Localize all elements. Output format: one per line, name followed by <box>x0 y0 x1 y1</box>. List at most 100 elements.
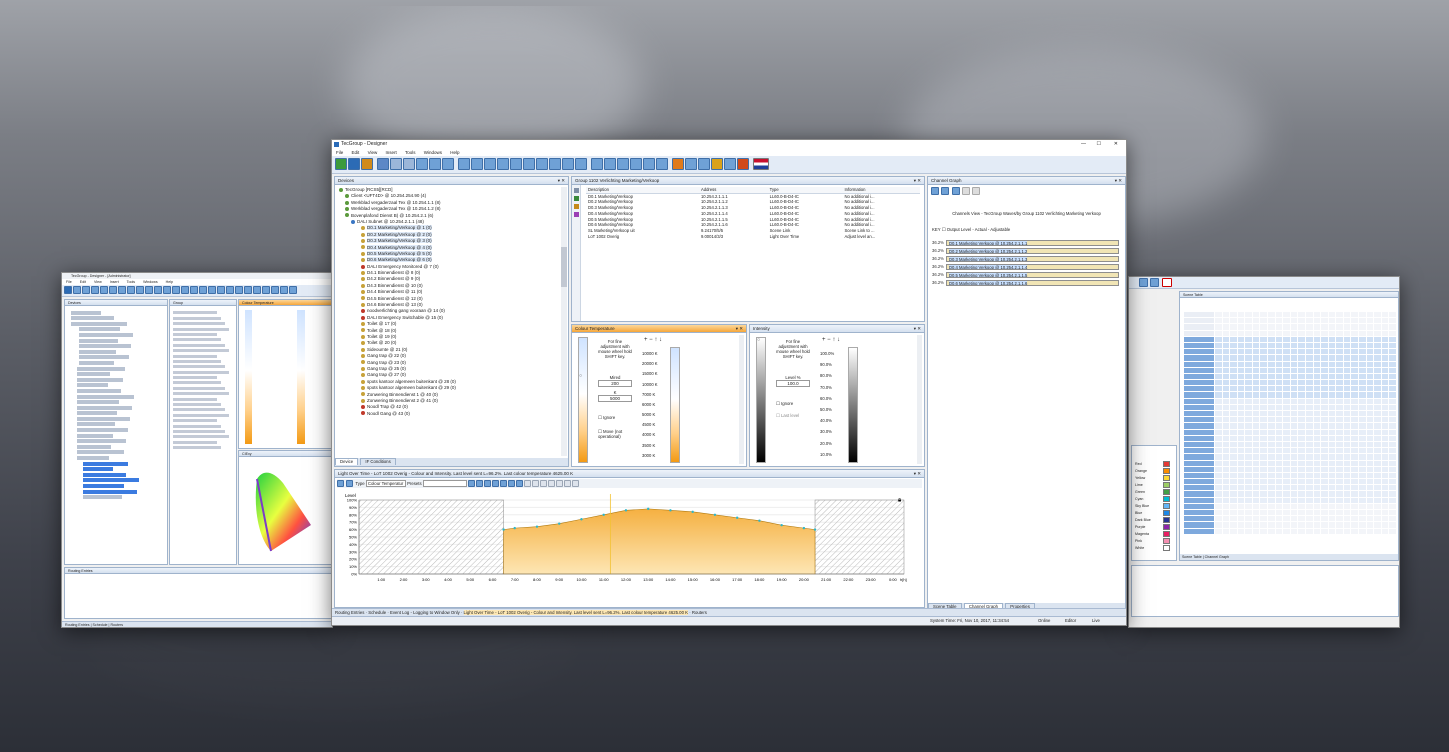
scene-cell[interactable] <box>1237 404 1245 410</box>
pin-icon[interactable]: ▾ ✕ <box>736 325 743 332</box>
scene-cell[interactable] <box>1268 417 1275 423</box>
scene-cell[interactable] <box>1283 312 1290 318</box>
scene-cell[interactable] <box>1336 386 1343 392</box>
scene-cell[interactable] <box>1268 441 1275 448</box>
scene-cell[interactable] <box>1389 497 1396 503</box>
scene-cell[interactable] <box>1313 386 1321 392</box>
scene-cell[interactable] <box>1305 380 1313 386</box>
scene-cell[interactable] <box>1268 361 1275 367</box>
scene-cell[interactable] <box>1268 485 1275 491</box>
scene-cell[interactable] <box>1237 448 1245 454</box>
scene-cell[interactable] <box>1268 398 1275 404</box>
scene-cell[interactable] <box>1260 454 1268 460</box>
scene-cell[interactable] <box>1351 373 1358 380</box>
scene-cell[interactable] <box>1305 472 1313 479</box>
scene-cell[interactable] <box>1252 392 1260 398</box>
scene-cell[interactable] <box>1275 441 1283 448</box>
scene-cell[interactable] <box>1230 472 1237 479</box>
scene-cell[interactable] <box>1336 435 1343 441</box>
scene-cell[interactable] <box>1268 411 1275 417</box>
scene-cell[interactable] <box>1366 318 1374 324</box>
scene-cell[interactable] <box>1313 324 1321 330</box>
scene-cell[interactable] <box>1343 404 1351 410</box>
scene-cell[interactable] <box>1328 324 1336 330</box>
scene-cell[interactable] <box>1343 485 1351 491</box>
scene-cell[interactable] <box>1222 411 1230 417</box>
scene-cell[interactable] <box>1237 491 1245 497</box>
scene-cell[interactable] <box>1351 479 1358 485</box>
language-flag-icon[interactable] <box>753 158 769 170</box>
scene-cell[interactable] <box>1336 479 1343 485</box>
scene-cell[interactable] <box>1252 472 1260 479</box>
scene-cell[interactable] <box>1381 398 1389 404</box>
scene-cell[interactable] <box>1358 497 1366 503</box>
color-item[interactable]: White <box>1135 544 1174 551</box>
scene-cell[interactable] <box>1230 448 1237 454</box>
scene-cell[interactable] <box>1351 336 1358 342</box>
scene-cell[interactable] <box>1313 342 1321 349</box>
scene-cell[interactable] <box>1283 454 1290 460</box>
graph-tool-button[interactable] <box>972 187 981 195</box>
scene-cell[interactable] <box>1305 423 1313 429</box>
scene-cell[interactable] <box>1260 330 1268 336</box>
scene-cell[interactable] <box>1381 417 1389 423</box>
scene-cell[interactable] <box>1283 330 1290 336</box>
scene-cell[interactable] <box>1336 429 1343 435</box>
scene-row[interactable] <box>1184 411 1396 417</box>
scene-cell[interactable] <box>1237 386 1245 392</box>
scene-cell[interactable] <box>1328 367 1336 373</box>
scene-cell[interactable] <box>1268 503 1275 509</box>
scene-cell[interactable] <box>1275 404 1283 410</box>
scene-cell[interactable] <box>1260 361 1268 367</box>
scene-cell[interactable] <box>1230 460 1237 466</box>
left-toolbar-button[interactable] <box>100 286 108 294</box>
scene-cell[interactable] <box>1381 429 1389 435</box>
left-toolbar-button[interactable] <box>181 286 189 294</box>
scene-cell[interactable] <box>1260 466 1268 472</box>
scene-cell[interactable] <box>1290 411 1298 417</box>
scene-cell[interactable] <box>1290 380 1298 386</box>
scene-cell[interactable] <box>1313 417 1321 423</box>
scene-cell[interactable] <box>1374 404 1381 410</box>
scene-cell[interactable] <box>1374 497 1381 503</box>
scene-cell[interactable] <box>1358 392 1366 398</box>
lot-point[interactable] <box>580 518 583 521</box>
lot-point[interactable] <box>535 525 539 528</box>
scene-cell[interactable] <box>1215 429 1222 435</box>
scene-cell[interactable] <box>1305 330 1313 336</box>
scene-cell[interactable] <box>1215 510 1222 516</box>
scene-cell[interactable] <box>1222 312 1230 318</box>
scene-cell[interactable] <box>1245 417 1252 423</box>
scene-cell[interactable] <box>1275 510 1283 516</box>
toolbar-button[interactable] <box>737 158 749 170</box>
scene-cell[interactable] <box>1351 472 1358 479</box>
kelvin-input[interactable]: 5000 <box>598 395 632 402</box>
scene-cell[interactable] <box>1358 318 1366 324</box>
scene-cell[interactable] <box>1222 485 1230 491</box>
scene-cell[interactable] <box>1298 491 1305 497</box>
scene-cell[interactable] <box>1230 516 1237 522</box>
minimize-button[interactable]: — <box>1081 140 1086 149</box>
scene-cell[interactable] <box>1374 386 1381 392</box>
scene-cell[interactable] <box>1321 503 1328 509</box>
colourtemp-gradient-bar[interactable] <box>578 337 588 463</box>
scene-cell[interactable] <box>1381 392 1389 398</box>
pin-icon[interactable]: ▾ ✕ <box>1115 177 1122 184</box>
scene-cell[interactable] <box>1343 466 1351 472</box>
scene-cell[interactable] <box>1328 516 1336 522</box>
scene-cell[interactable] <box>1290 466 1298 472</box>
scene-cell[interactable] <box>1275 528 1283 534</box>
scene-cell[interactable] <box>1343 312 1351 318</box>
left-toolbar-button[interactable] <box>244 286 252 294</box>
scene-cell[interactable] <box>1268 435 1275 441</box>
lot-type-select[interactable]: Colour Temperatur <box>365 480 406 488</box>
scene-cell[interactable] <box>1336 398 1343 404</box>
scene-cell[interactable] <box>1358 312 1366 318</box>
scene-cell[interactable] <box>1290 324 1298 330</box>
scene-cell[interactable] <box>1328 330 1336 336</box>
scene-cell[interactable] <box>1268 330 1275 336</box>
scene-cell[interactable] <box>1222 355 1230 361</box>
scene-cell[interactable] <box>1222 392 1230 398</box>
scene-cell[interactable] <box>1298 435 1305 441</box>
scene-cell[interactable] <box>1222 324 1230 330</box>
